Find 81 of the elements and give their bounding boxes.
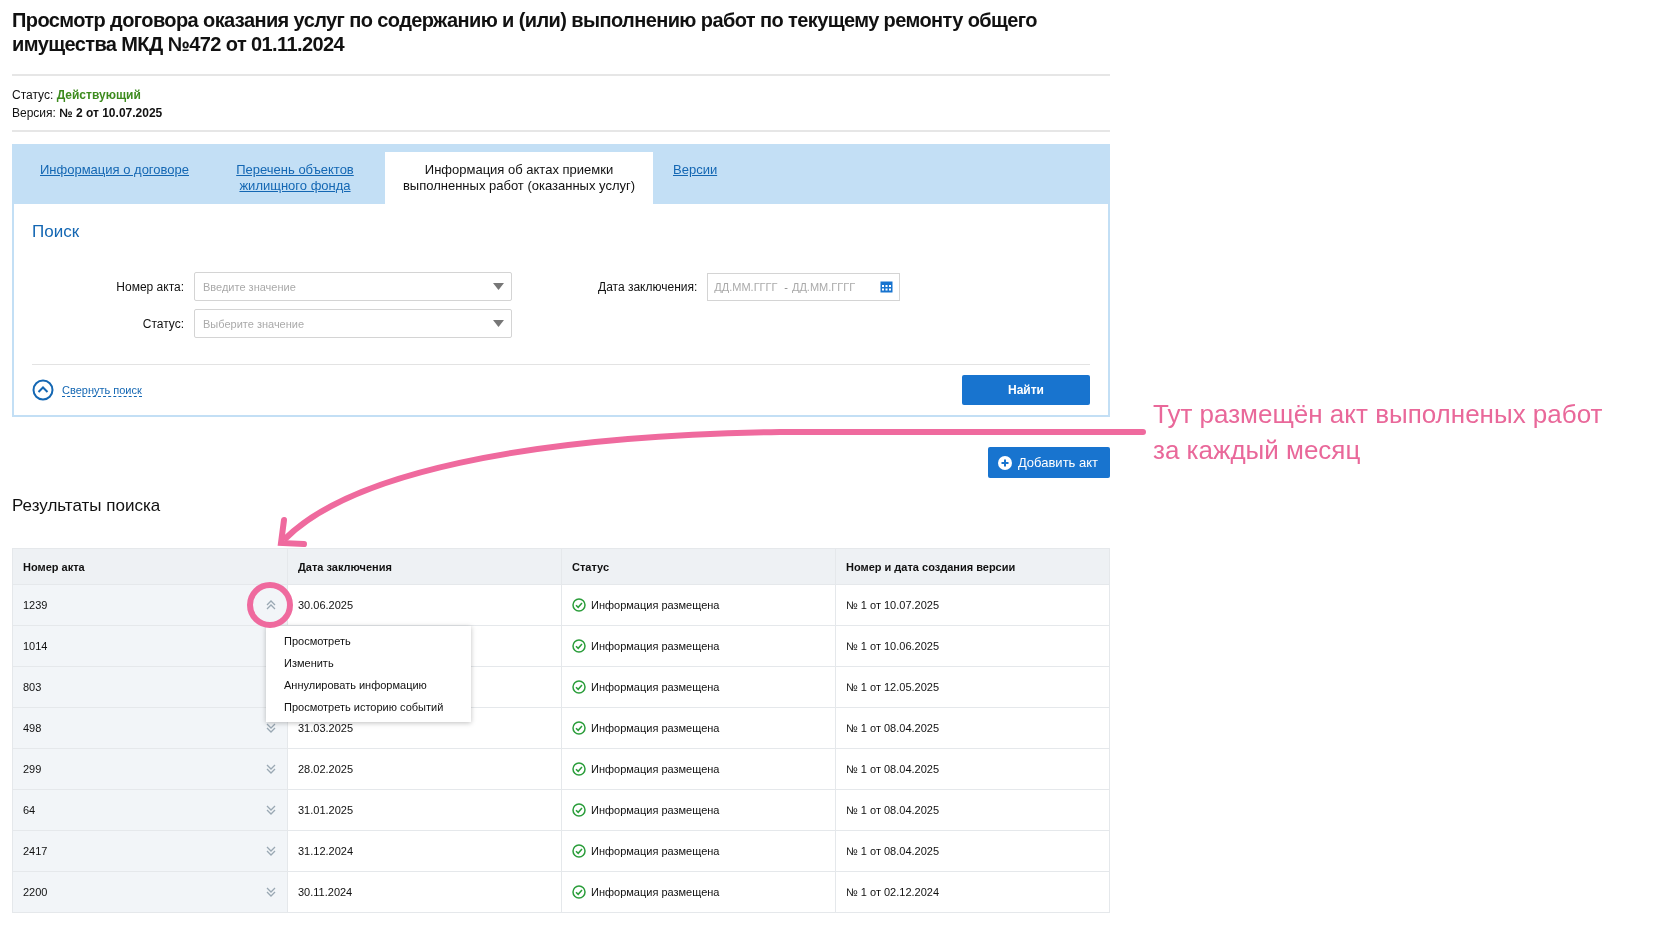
table-cell: № 1 от 10.06.2025 xyxy=(846,640,940,652)
calendar-icon[interactable] xyxy=(880,280,894,293)
table-cell: Информация размещена xyxy=(591,640,720,652)
field-label: Дата заключения: xyxy=(598,279,698,294)
table-cell: Информация размещена xyxy=(591,763,720,775)
search-title: Поиск xyxy=(32,222,81,242)
table-cell: Информация размещена xyxy=(591,722,720,734)
meta-label: Версия: xyxy=(12,106,56,120)
tab[interactable]: Перечень объектов жилищного фонда xyxy=(209,152,381,204)
dropdown-caret-icon xyxy=(493,283,504,290)
check-circle-icon xyxy=(572,803,586,817)
meta-label: Статус: xyxy=(12,88,54,102)
table-cell: Информация размещена xyxy=(591,845,720,857)
tab[interactable]: Версии xyxy=(657,152,734,204)
collapse-search-link[interactable]: Свернуть поиск xyxy=(62,383,142,397)
table-cell: 31.01.2025 xyxy=(298,804,354,816)
table-cell: 31.12.2024 xyxy=(298,845,354,857)
annotation-text: Тут размещён акт выполненых работ за каждый месяц xyxy=(1153,398,1604,467)
table-cell: № 1 от 12.05.2025 xyxy=(846,681,940,693)
table-cell: 2200 xyxy=(23,886,48,898)
menu-item[interactable]: Изменить xyxy=(266,652,471,674)
collapse-icon[interactable] xyxy=(32,379,54,401)
tab[interactable]: Информация о договоре xyxy=(24,152,205,204)
table-cell: Информация размещена xyxy=(591,886,720,898)
table-cell: 64 xyxy=(23,804,36,816)
expand-chevron-icon[interactable] xyxy=(265,804,277,816)
check-circle-icon xyxy=(572,885,586,899)
field-label: Статус: xyxy=(141,316,184,331)
select-field[interactable]: Введите значение xyxy=(194,272,512,301)
menu-item[interactable]: Аннулировать информацию xyxy=(266,674,471,696)
column-header: Номер и дата создания версии xyxy=(846,560,1016,573)
plus-circle-icon xyxy=(997,455,1012,470)
table-cell: № 1 от 08.04.2025 xyxy=(846,722,940,734)
menu-item[interactable]: Просмотреть историю событий xyxy=(266,696,471,718)
check-circle-icon xyxy=(572,762,586,776)
table-cell: 498 xyxy=(23,722,42,734)
highlight-circle xyxy=(247,582,293,628)
table-cell: Информация размещена xyxy=(591,804,720,816)
column-header: Статус xyxy=(572,560,610,573)
check-circle-icon xyxy=(572,680,586,694)
expand-chevron-icon[interactable] xyxy=(265,845,277,857)
table-cell: Информация размещена xyxy=(591,681,720,693)
range-separator: - xyxy=(784,280,788,293)
table-cell: 31.03.2025 xyxy=(298,722,354,734)
date-to-field[interactable]: ДД.ММ.ГГГГ xyxy=(791,280,858,293)
status-value: Действующий xyxy=(56,88,141,102)
dropdown-caret-icon xyxy=(493,320,504,327)
menu-item[interactable]: Просмотреть xyxy=(266,630,471,652)
add-act-button[interactable]: Добавить акт xyxy=(987,447,1110,478)
table-cell: № 1 от 08.04.2025 xyxy=(846,845,940,857)
table-cell: 1014 xyxy=(23,640,48,652)
table-cell: 30.11.2024 xyxy=(298,886,353,898)
column-header: Дата заключения xyxy=(298,560,392,573)
field-label: Номер акта: xyxy=(115,279,184,294)
check-circle-icon xyxy=(572,598,586,612)
date-from-field[interactable]: ДД.ММ.ГГГГ xyxy=(714,280,781,293)
expand-chevron-icon[interactable] xyxy=(265,886,277,898)
check-circle-icon xyxy=(572,844,586,858)
check-circle-icon xyxy=(572,639,586,653)
table-cell: 299 xyxy=(23,763,42,775)
column-header: Номер акта xyxy=(23,560,85,573)
select-field[interactable]: Выберите значение xyxy=(194,309,512,338)
table-cell: 30.06.2025 xyxy=(298,599,354,611)
table-cell: 1239 xyxy=(23,599,48,611)
check-circle-icon xyxy=(572,721,586,735)
table-cell: 28.02.2025 xyxy=(298,763,354,775)
expand-chevron-icon[interactable] xyxy=(265,722,277,734)
table-cell: 2417 xyxy=(23,845,48,857)
find-button[interactable]: Найти xyxy=(962,375,1090,405)
version-value: № 2 от 10.07.2025 xyxy=(59,106,163,120)
collapse-chevron-icon[interactable] xyxy=(265,599,277,611)
table-cell: Информация размещена xyxy=(591,599,720,611)
page-title: Просмотр договора оказания услуг по содержанию и (или) выполнению работ по текущему ремонту общего имущества МКД №472 от 01.11.2024 xyxy=(12,8,1110,76)
table-cell: № 1 от 10.07.2025 xyxy=(846,599,940,611)
results-title: Результаты поиска xyxy=(12,496,162,516)
table-cell: № 1 от 08.04.2025 xyxy=(846,763,940,775)
table-cell: № 1 от 02.12.2024 xyxy=(846,886,940,898)
table-cell: № 1 от 08.04.2025 xyxy=(846,804,940,816)
tab[interactable]: Информация об актах приемки выполненных работ (оказанных услуг) xyxy=(385,152,653,204)
table-cell: 803 xyxy=(23,681,42,693)
expand-chevron-icon[interactable] xyxy=(265,763,277,775)
